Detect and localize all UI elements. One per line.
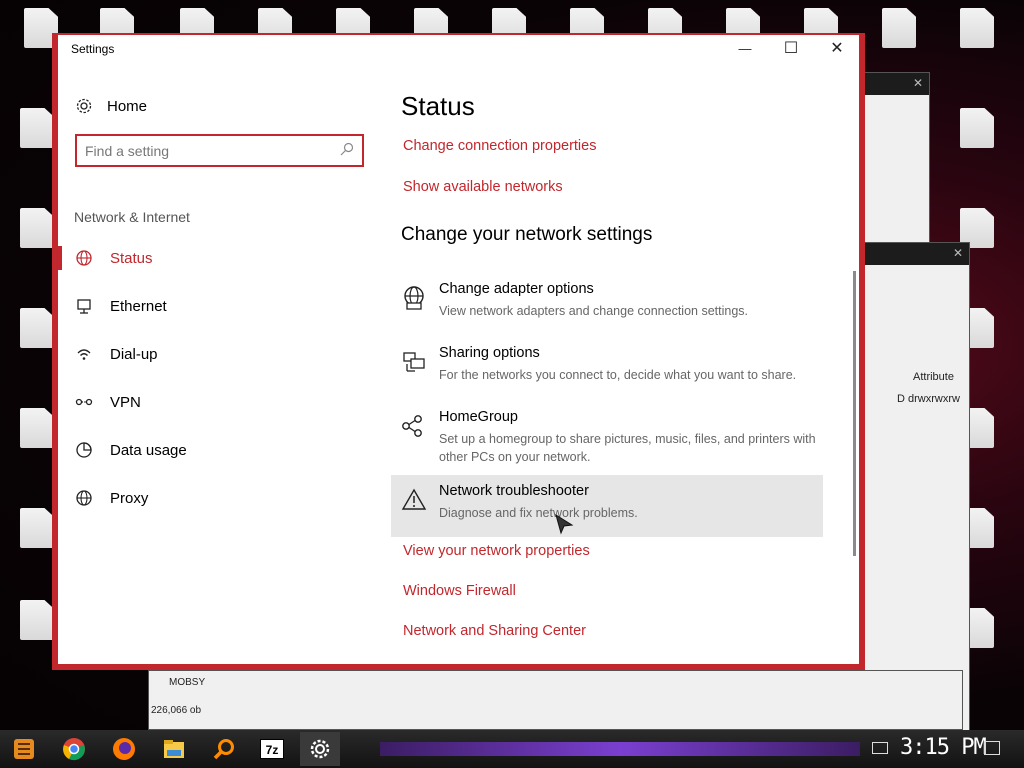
desktop-file-icon[interactable]	[20, 508, 54, 548]
file-label: MOBSY	[169, 677, 206, 688]
file-explorer-icon	[164, 740, 184, 758]
sidebar-item-data-usage[interactable]: Data usage	[58, 435, 358, 465]
table-cell: D drwxrwxrw	[897, 393, 960, 405]
option-title: Change adapter options	[439, 281, 594, 297]
desktop-file-icon[interactable]	[20, 408, 54, 448]
windows-firewall-link[interactable]: Windows Firewall	[403, 583, 516, 599]
homegroup-option[interactable]: HomeGroup Set up a homegroup to share pi…	[391, 401, 823, 464]
sidebar-item-label: VPN	[110, 393, 141, 411]
change-connection-properties-link[interactable]: Change connection properties	[403, 138, 596, 154]
change-adapter-options[interactable]: Change adapter options View network adap…	[391, 273, 823, 335]
taskbar-clock[interactable]: 3:15 PM	[900, 735, 987, 760]
sevenzip-taskbar-button[interactable]: 7z	[252, 732, 292, 766]
nav-group-title: Network & Internet	[74, 209, 190, 225]
firefox-taskbar-button[interactable]	[104, 732, 144, 766]
homegroup-icon	[402, 415, 422, 437]
warning-icon	[401, 488, 427, 510]
show-available-networks-link[interactable]: Show available networks	[403, 179, 563, 195]
settings-window[interactable]: Settings — ☐ ✕ Home Network & Internet S…	[52, 33, 865, 670]
sharing-icon	[403, 352, 425, 372]
sidebar-item-label: Ethernet	[110, 297, 167, 315]
search-taskbar-button[interactable]	[204, 732, 244, 766]
taskbar[interactable]: 7z 3:15 PM	[0, 730, 1024, 768]
background-window[interactable]: ✕	[860, 72, 930, 252]
search-icon	[213, 739, 234, 760]
proxy-globe-icon	[74, 488, 94, 508]
sidebar-item-vpn[interactable]: VPN	[58, 387, 358, 417]
network-and-sharing-center-link[interactable]: Network and Sharing Center	[403, 623, 586, 639]
firefox-icon	[113, 738, 135, 760]
adapter-globe-icon	[404, 286, 424, 310]
background-explorer-window[interactable]: MOBSY 226,066 ob	[148, 670, 963, 730]
sidebar-item-status[interactable]: Status	[58, 243, 358, 273]
desktop-file-icon[interactable]	[20, 600, 54, 640]
network-troubleshooter-option[interactable]: Network troubleshooter Diagnose and fix …	[391, 475, 823, 537]
desktop-file-icon[interactable]	[20, 308, 54, 348]
search-box[interactable]	[75, 134, 364, 167]
sidebar-item-label: Data usage	[110, 441, 187, 459]
section-title: Change your network settings	[401, 224, 653, 245]
close-button[interactable]: ✕	[814, 35, 860, 63]
page-title: Status	[401, 91, 475, 121]
background-window-titlebar: ✕	[861, 243, 969, 265]
option-title: HomeGroup	[439, 409, 518, 425]
settings-taskbar-button[interactable]	[300, 732, 340, 766]
sidebar-item-dialup[interactable]: Dial-up	[58, 339, 358, 369]
maximize-button[interactable]: ☐	[768, 35, 814, 63]
home-label: Home	[107, 97, 148, 115]
desktop-file-icon[interactable]	[960, 8, 994, 48]
sidebar-item-label: Status	[110, 249, 153, 267]
file-explorer-taskbar-button[interactable]	[154, 732, 194, 766]
desktop-file-icon[interactable]	[20, 208, 54, 248]
option-title: Sharing options	[439, 345, 540, 361]
network-tray-icon[interactable]	[872, 742, 888, 754]
desktop-file-icon[interactable]	[960, 108, 994, 148]
option-description: Diagnose and fix network problems.	[439, 506, 638, 520]
sidebar-item-proxy[interactable]: Proxy	[58, 483, 358, 513]
column-header[interactable]: Attribute	[913, 371, 954, 383]
home-link[interactable]: Home	[75, 93, 147, 119]
selection-indicator	[58, 246, 62, 270]
chrome-taskbar-button[interactable]	[54, 732, 94, 766]
dialup-icon	[74, 344, 94, 364]
sidebar-item-ethernet[interactable]: Ethernet	[58, 291, 358, 321]
sidebar-item-label: Proxy	[110, 489, 149, 507]
scrollbar[interactable]	[853, 271, 856, 556]
option-title: Network troubleshooter	[439, 483, 589, 499]
background-file-window[interactable]: ✕ Attribute D drwxrwxrw	[860, 242, 970, 732]
minimize-button[interactable]: —	[722, 35, 768, 63]
status-globe-icon	[74, 248, 94, 268]
data-usage-icon	[74, 440, 94, 460]
start-icon	[14, 739, 34, 759]
vpn-icon	[74, 392, 94, 412]
option-description: For the networks you connect to, decide …	[439, 368, 797, 382]
notification-icon[interactable]	[984, 741, 1000, 755]
chrome-icon	[63, 738, 85, 761]
ethernet-icon	[74, 296, 94, 316]
desktop-file-icon[interactable]	[20, 108, 54, 148]
mouse-cursor-icon	[555, 513, 574, 535]
view-network-properties-link[interactable]: View your network properties	[403, 543, 590, 559]
status-text: 226,066 ob	[151, 705, 202, 716]
desktop-file-icon[interactable]	[882, 8, 916, 48]
search-input[interactable]	[85, 142, 325, 160]
option-description: Set up a homegroup to share pictures, mu…	[439, 432, 816, 464]
search-icon[interactable]	[340, 142, 354, 156]
sharing-options[interactable]: Sharing options For the networks you con…	[391, 337, 823, 399]
taskbar-decoration	[380, 742, 860, 756]
title-bar[interactable]: Settings — ☐ ✕	[58, 35, 859, 65]
gear-icon	[76, 98, 92, 114]
option-description: View network adapters and change connect…	[439, 304, 748, 318]
window-title: Settings	[71, 42, 115, 56]
background-window-titlebar: ✕	[861, 73, 929, 95]
7zip-icon: 7z	[260, 739, 284, 759]
settings-gear-icon	[310, 739, 330, 759]
start-button[interactable]	[4, 732, 44, 766]
sidebar-item-label: Dial-up	[110, 345, 158, 363]
